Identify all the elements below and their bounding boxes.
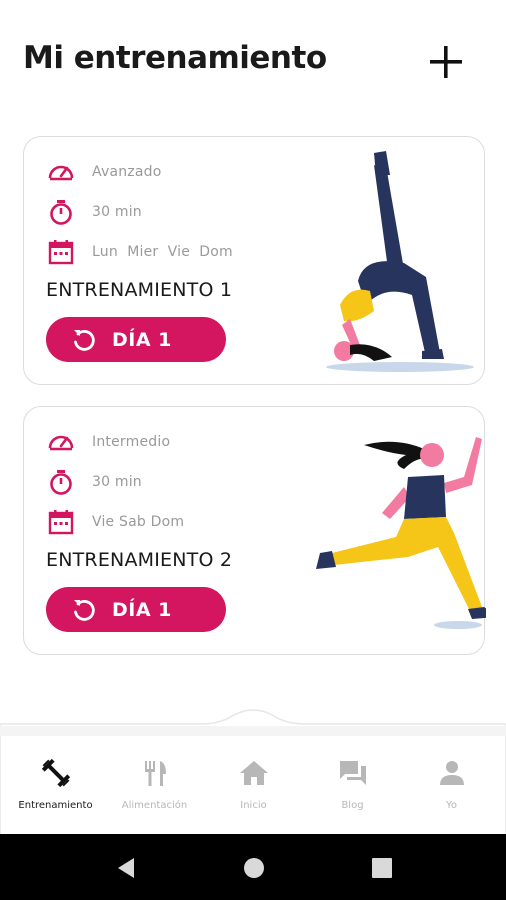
duration-row: 30 min (46, 467, 142, 497)
page-title: Mi entrenamiento (23, 40, 327, 76)
level-text: Avanzado (92, 164, 162, 180)
system-navigation-bar (0, 834, 506, 900)
duration-row: 30 min (46, 197, 142, 227)
day-button-label: DÍA 1 (112, 328, 172, 351)
nav-label: Yo (446, 800, 457, 811)
stopwatch-icon (46, 467, 76, 497)
nav-label: Alimentación (121, 800, 188, 811)
add-workout-button[interactable] (424, 40, 468, 84)
speedometer-icon (46, 157, 76, 187)
chat-icon (338, 758, 368, 788)
restart-icon (74, 329, 95, 351)
level-text: Intermedio (92, 434, 171, 450)
bottom-navigation: Entrenamiento Alimentación Inicio Blog Y… (0, 738, 506, 834)
restart-icon (74, 599, 95, 621)
calendar-icon (46, 507, 76, 537)
nav-item-entrenamiento[interactable]: Entrenamiento (5, 738, 106, 834)
back-icon[interactable] (114, 856, 138, 880)
level-row: Avanzado (46, 157, 161, 187)
days-text: Vie Sab Dom (92, 514, 185, 530)
days-row: Vie Sab Dom (46, 507, 184, 537)
day-button[interactable]: DÍA 1 (46, 317, 226, 362)
nav-item-alimentacion[interactable]: Alimentación (104, 738, 205, 834)
fork-knife-icon (140, 758, 170, 788)
level-row: Intermedio (46, 427, 170, 457)
recents-icon[interactable] (370, 856, 394, 880)
running-woman-illustration (316, 437, 486, 629)
header: Mi entrenamiento (0, 0, 506, 120)
dumbbell-icon (41, 758, 71, 788)
person-icon (437, 758, 467, 788)
plus-icon (430, 46, 462, 78)
workout-name: ENTRENAMIENTO 1 (46, 279, 233, 301)
nav-label: Inicio (240, 800, 267, 811)
days-text: Lun Mier Vie Dom (92, 244, 233, 260)
stopwatch-icon (46, 197, 76, 227)
home-circle-icon[interactable] (242, 856, 266, 880)
duration-text: 30 min (92, 204, 142, 220)
days-row: Lun Mier Vie Dom (46, 237, 233, 267)
nav-item-blog[interactable]: Blog (302, 738, 403, 834)
nav-label: Entrenamiento (18, 800, 93, 811)
workout-card-1[interactable]: Avanzado 30 min Lun Mier Vie Dom ENTRENA… (23, 136, 485, 385)
yoga-woman-illustration (326, 151, 474, 372)
nav-item-yo[interactable]: Yo (401, 738, 502, 834)
workout-name: ENTRENAMIENTO 2 (46, 549, 233, 571)
nav-label: Blog (341, 800, 364, 811)
day-button[interactable]: DÍA 1 (46, 587, 226, 632)
home-icon (239, 758, 269, 788)
day-button-label: DÍA 1 (112, 598, 172, 621)
nav-item-inicio[interactable]: Inicio (203, 738, 304, 834)
duration-text: 30 min (92, 474, 142, 490)
calendar-icon (46, 237, 76, 267)
speedometer-icon (46, 427, 76, 457)
workout-card-2[interactable]: Intermedio 30 min Vie Sab Dom ENTRENAMIE… (23, 406, 486, 655)
